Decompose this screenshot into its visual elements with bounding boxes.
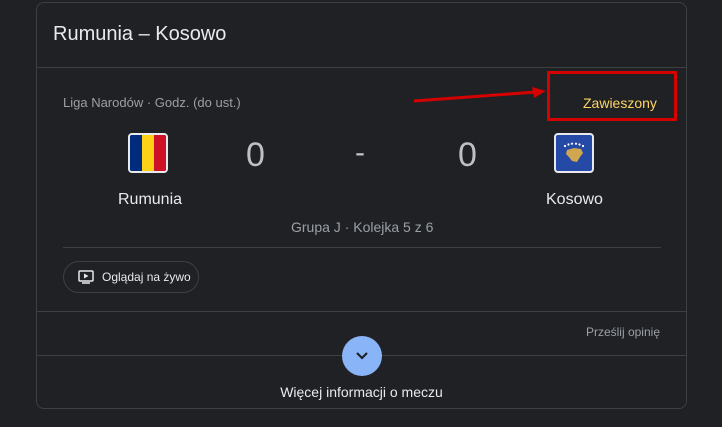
- chevron-down-icon: [356, 352, 368, 360]
- score-separator: -: [355, 136, 365, 169]
- expand-button[interactable]: [342, 336, 382, 376]
- annotation-box: [547, 71, 677, 121]
- group-info: Grupa J · Kolejka 5 z 6: [291, 219, 434, 235]
- away-score: 0: [458, 136, 477, 174]
- red-arrow-icon: [413, 87, 546, 103]
- match-card: Rumunia – Kosowo Liga Narodów · Godz. (d…: [36, 2, 687, 409]
- kosovo-flag-icon[interactable]: [554, 133, 594, 173]
- watch-live-button[interactable]: Oglądaj na żywo: [63, 261, 199, 293]
- divider: [37, 67, 686, 68]
- feedback-link[interactable]: Prześlij opinię: [586, 325, 660, 339]
- away-team-name[interactable]: Kosowo: [546, 191, 603, 209]
- watch-live-label: Oglądaj na żywo: [102, 270, 191, 284]
- tv-play-icon: [78, 270, 94, 284]
- divider: [37, 311, 686, 312]
- romania-flag-icon[interactable]: [128, 133, 168, 173]
- divider: [63, 247, 661, 248]
- home-team-name[interactable]: Rumunia: [118, 191, 182, 209]
- match-title[interactable]: Rumunia – Kosowo: [53, 23, 226, 46]
- home-score: 0: [246, 136, 265, 174]
- more-info-link[interactable]: Więcej informacji o meczu: [37, 384, 686, 400]
- league-info: Liga Narodów · Godz. (do ust.): [63, 95, 241, 110]
